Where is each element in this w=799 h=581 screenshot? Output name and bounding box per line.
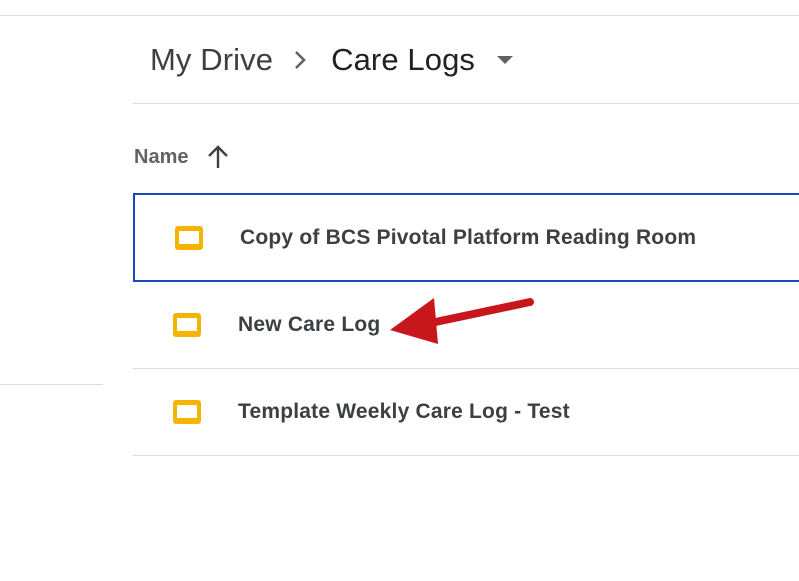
drive-folder-view: My Drive Care Logs Name Copy of BCS Pivo… [0, 0, 799, 581]
slides-icon [172, 399, 202, 425]
slides-icon [172, 312, 202, 338]
file-name: Copy of BCS Pivotal Platform Reading Roo… [240, 225, 697, 249]
caret-down-icon[interactable] [493, 38, 517, 82]
file-name: New Care Log [238, 313, 381, 336]
file-row[interactable]: Template Weekly Care Log - Test [133, 369, 799, 456]
red-arrow-icon [390, 298, 534, 344]
name-column-label: Name [134, 145, 189, 168]
file-row[interactable]: Copy of BCS Pivotal Platform Reading Roo… [133, 193, 799, 282]
top-divider [0, 15, 799, 16]
breadcrumb-my-drive[interactable]: My Drive [150, 38, 273, 82]
breadcrumb-current-folder[interactable]: Care Logs [327, 38, 479, 82]
sidebar-divider [0, 384, 103, 385]
sort-by-name-header[interactable]: Name [134, 140, 231, 174]
breadcrumb: My Drive Care Logs [150, 38, 517, 82]
chevron-right-icon [273, 38, 327, 82]
slides-icon [174, 225, 204, 251]
header-divider [133, 103, 799, 104]
arrow-up-icon[interactable] [205, 142, 231, 172]
file-name: Template Weekly Care Log - Test [238, 400, 570, 423]
